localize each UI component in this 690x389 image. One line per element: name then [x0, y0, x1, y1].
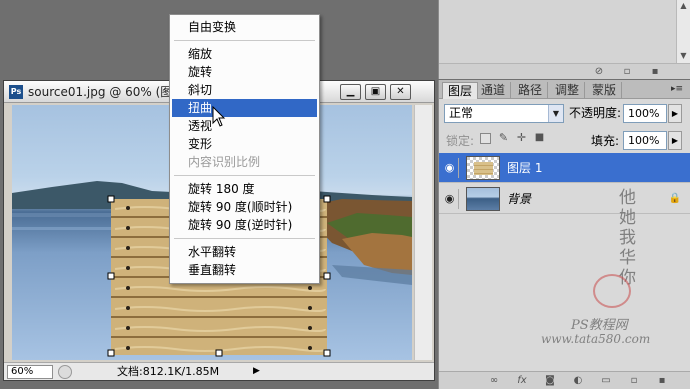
new-icon[interactable]: ▫: [622, 67, 632, 77]
menu-separator: [174, 40, 315, 41]
opacity-field[interactable]: 100%: [623, 104, 667, 123]
menu-item-perspective[interactable]: 透视: [172, 117, 317, 135]
brush-icon[interactable]: ✎: [498, 132, 509, 144]
top-panel-footer: ⊘ ▫ ▪: [439, 63, 690, 79]
transform-context-menu: 自由变换 缩放 旋转 斜切 扭曲 透视 变形 内容识别比例 旋转 180 度 旋…: [169, 14, 320, 284]
tab-adjustments[interactable]: 调整: [550, 82, 586, 99]
mouse-cursor-icon: [212, 106, 226, 127]
zoom-field[interactable]: 60%: [7, 365, 53, 379]
menu-item-free-transform[interactable]: 自由变换: [172, 18, 317, 36]
layers-panel: 图层 通道 路径 调整 蒙版 ▸≡ 正常 ▼ 不透明度: 100% ▶ 锁定: …: [438, 80, 690, 389]
adjustment-icon[interactable]: ◐: [573, 376, 583, 386]
scroll-up-icon[interactable]: ▲: [679, 2, 688, 10]
mask-icon[interactable]: ◙: [545, 376, 555, 386]
top-panel-scrollbar[interactable]: ▲ ▼: [676, 0, 690, 63]
tab-channels[interactable]: 通道: [476, 82, 512, 99]
menu-item-rotate-180[interactable]: 旋转 180 度: [172, 180, 317, 198]
panel-tabs: 图层 通道 路径 调整 蒙版 ▸≡: [439, 80, 690, 99]
fill-field[interactable]: 100%: [623, 131, 667, 150]
vertical-scrollbar[interactable]: [414, 105, 432, 360]
maximize-icon: ▣: [370, 86, 381, 97]
menu-item-content-aware-scale: 内容识别比例: [188, 155, 261, 169]
menu-item-flip-vertical[interactable]: 垂直翻转: [172, 261, 317, 279]
maximize-button[interactable]: ▣: [365, 84, 386, 100]
menu-item-flip-horizontal[interactable]: 水平翻转: [172, 243, 317, 261]
trash-icon[interactable]: ▪: [657, 376, 667, 386]
layer-row-1[interactable]: ◉ 图层 1: [439, 153, 690, 183]
layer-thumbnail: [466, 187, 500, 211]
minimize-button[interactable]: ▁: [340, 84, 361, 100]
lock-label: 锁定:: [446, 134, 475, 148]
site-watermark-url: www.tata580.com: [541, 332, 651, 346]
zoom-icon[interactable]: [58, 365, 72, 379]
layer-row-background[interactable]: ◉ 背景 🔒: [439, 184, 690, 214]
menu-item-rotate-90-cw[interactable]: 旋转 90 度(顺时针): [172, 198, 317, 216]
move-icon[interactable]: ✛: [516, 132, 527, 144]
photoshop-logo-icon: Ps: [9, 85, 23, 99]
doc-size-info: 文档:812.1K/1.85M: [117, 365, 220, 378]
close-button[interactable]: ✕: [390, 84, 411, 100]
panel-menu-icon[interactable]: ▸≡: [671, 83, 687, 95]
blend-mode-value: 正常: [449, 106, 474, 120]
status-bar: 60% 文档:812.1K/1.85M ▶: [4, 362, 434, 380]
signature-watermark: 他她我华你: [619, 188, 636, 288]
menu-item-rotate-90-ccw[interactable]: 旋转 90 度(逆时针): [172, 216, 317, 234]
layers-footer: ∞ fx ◙ ◐ ▭ ▫ ▪: [439, 371, 690, 389]
new-layer-icon[interactable]: ▫: [629, 376, 639, 386]
folder-icon[interactable]: ▭: [601, 376, 611, 386]
tab-paths[interactable]: 路径: [513, 82, 549, 99]
opacity-arrow-icon[interactable]: ▶: [668, 104, 682, 123]
no-icon[interactable]: ⊘: [594, 67, 604, 77]
layer-name[interactable]: 图层 1: [507, 161, 542, 175]
blend-mode-select[interactable]: 正常 ▼: [444, 104, 564, 123]
menu-item-distort[interactable]: 扭曲: [172, 99, 317, 117]
trash-icon[interactable]: ▪: [650, 67, 660, 77]
chevron-down-icon[interactable]: ▼: [548, 105, 563, 122]
menu-separator: [174, 175, 315, 176]
lock-transparency-icon[interactable]: [480, 133, 491, 144]
fill-arrow-icon[interactable]: ▶: [668, 131, 682, 150]
seal-stamp: [593, 274, 631, 308]
site-watermark-title: PS教程网: [571, 318, 628, 333]
eye-icon[interactable]: ◉: [441, 189, 459, 209]
tab-layers[interactable]: 图层: [442, 82, 479, 99]
menu-separator: [174, 238, 315, 239]
menu-item-warp[interactable]: 变形: [172, 135, 317, 153]
layer-name[interactable]: 背景: [507, 192, 531, 206]
layer-thumbnail: [466, 156, 500, 180]
status-menu-arrow-icon[interactable]: ▶: [253, 365, 260, 377]
menu-item-skew[interactable]: 斜切: [172, 81, 317, 99]
fill-label: 填充:: [591, 134, 620, 148]
lock-all-icon[interactable]: ■: [534, 133, 545, 144]
fx-icon[interactable]: fx: [517, 376, 527, 386]
close-icon: ✕: [396, 86, 405, 97]
link-icon[interactable]: ∞: [489, 376, 499, 386]
document-title: source01.jpg @ 60% (图: [28, 85, 173, 99]
lock-icon: 🔒: [668, 193, 681, 204]
opacity-label: 不透明度:: [569, 106, 622, 120]
menu-item-rotate[interactable]: 旋转: [172, 63, 317, 81]
top-panel: ▲ ▼ ⊘ ▫ ▪: [438, 0, 690, 79]
minimize-icon: ▁: [346, 86, 355, 97]
eye-icon[interactable]: ◉: [441, 158, 459, 178]
scroll-down-icon[interactable]: ▼: [679, 52, 688, 60]
tab-masks[interactable]: 蒙版: [587, 82, 623, 99]
wood-thumbnail: [474, 162, 493, 175]
menu-item-scale[interactable]: 缩放: [172, 45, 317, 63]
